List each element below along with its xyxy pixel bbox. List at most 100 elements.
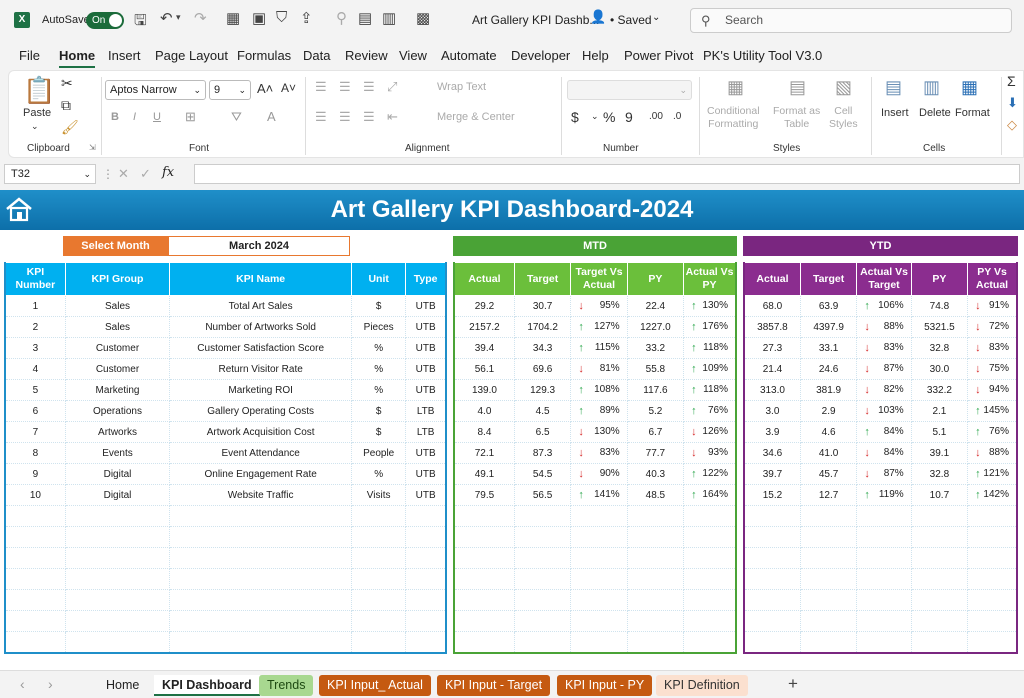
ytd-actual-vs-target-cell[interactable]: ↓ 87% (856, 463, 912, 485)
ytd-actual-cell[interactable]: 15.2 (744, 484, 801, 506)
empty-cell[interactable] (405, 631, 447, 653)
mtd-actual-cell[interactable]: 2157.2 (454, 316, 515, 338)
kpi-number-cell[interactable]: 6 (5, 400, 66, 422)
kpi-number-cell[interactable]: 7 (5, 421, 66, 443)
ytd-py-cell[interactable]: 74.8 (911, 295, 969, 317)
orientation-icon[interactable]: ⤢ (387, 79, 397, 95)
ytd-py-vs-actual-cell[interactable]: ↑ 76% (967, 421, 1018, 443)
mtd-target-vs-actual-cell[interactable]: ↑ 127% (570, 316, 628, 338)
menu-automate[interactable]: Automate (441, 48, 497, 63)
copy-icon[interactable]: ⧉ (61, 97, 71, 114)
empty-cell[interactable] (744, 505, 801, 527)
empty-cell[interactable] (627, 631, 685, 653)
mtd-actual-cell[interactable]: 72.1 (454, 442, 515, 464)
ytd-py-vs-actual-cell[interactable]: ↑ 145% (967, 400, 1018, 422)
empty-cell[interactable] (65, 631, 171, 653)
increase-decimal-icon[interactable]: .00 (649, 111, 663, 122)
ytd-py-vs-actual-cell[interactable]: ↓ 91% (967, 295, 1018, 317)
empty-cell[interactable] (800, 547, 858, 569)
ytd-actual-cell[interactable]: 3857.8 (744, 316, 801, 338)
empty-cell[interactable] (856, 610, 912, 632)
empty-cell[interactable] (65, 568, 171, 590)
mtd-target-vs-actual-cell[interactable]: ↓ 81% (570, 358, 628, 380)
ytd-py-vs-actual-cell[interactable]: ↑ 142% (967, 484, 1018, 506)
add-sheet-icon[interactable]: + (788, 674, 798, 694)
kpi-group-cell[interactable]: Customer (65, 358, 171, 380)
empty-cell[interactable] (856, 589, 912, 611)
mtd-target-vs-actual-cell[interactable]: ↓ 83% (570, 442, 628, 464)
empty-cell[interactable] (351, 526, 407, 548)
type-cell[interactable]: UTB (405, 358, 447, 380)
ytd-actual-vs-target-cell[interactable]: ↑ 106% (856, 295, 912, 317)
font-size-select[interactable]: 9 ⌄ (209, 80, 251, 100)
ytd-py-cell[interactable]: 5321.5 (911, 316, 969, 338)
autosave-toggle[interactable]: On (86, 12, 124, 29)
mtd-target-vs-actual-cell[interactable]: ↑ 89% (570, 400, 628, 422)
mtd-actual-vs-py-cell[interactable]: ↑ 176% (683, 316, 737, 338)
ytd-actual-vs-target-cell[interactable]: ↑ 84% (856, 421, 912, 443)
ytd-py-cell[interactable]: 39.1 (911, 442, 969, 464)
empty-cell[interactable] (683, 568, 737, 590)
empty-cell[interactable] (744, 568, 801, 590)
mtd-py-cell[interactable]: 5.2 (627, 400, 685, 422)
empty-cell[interactable] (967, 505, 1018, 527)
mtd-py-cell[interactable]: 1227.0 (627, 316, 685, 338)
empty-cell[interactable] (351, 631, 407, 653)
empty-cell[interactable] (800, 589, 858, 611)
kpi-group-cell[interactable]: Operations (65, 400, 171, 422)
empty-cell[interactable] (683, 631, 737, 653)
type-cell[interactable]: LTB (405, 421, 447, 443)
menu-review[interactable]: Review (345, 48, 388, 63)
mtd-target-vs-actual-cell[interactable]: ↓ 95% (570, 295, 628, 317)
kpi-name-cell[interactable]: Online Engagement Rate (169, 463, 353, 485)
mtd-actual-cell[interactable]: 29.2 (454, 295, 515, 317)
empty-cell[interactable] (351, 589, 407, 611)
unit-cell[interactable]: Pieces (351, 316, 407, 338)
type-cell[interactable]: LTB (405, 400, 447, 422)
ytd-actual-cell[interactable]: 34.6 (744, 442, 801, 464)
mtd-actual-vs-py-cell[interactable]: ↑ 76% (683, 400, 737, 422)
empty-cell[interactable] (683, 547, 737, 569)
ytd-target-cell[interactable]: 24.6 (800, 358, 858, 380)
empty-cell[interactable] (5, 526, 66, 548)
menu-view[interactable]: View (399, 48, 427, 63)
empty-cell[interactable] (5, 631, 66, 653)
empty-cell[interactable] (570, 589, 628, 611)
mtd-target-cell[interactable]: 87.3 (514, 442, 572, 464)
clipboard-launcher-icon[interactable]: ⇲ (89, 143, 96, 152)
empty-cell[interactable] (570, 547, 628, 569)
empty-cell[interactable] (514, 610, 572, 632)
empty-cell[interactable] (405, 526, 447, 548)
mtd-actual-vs-py-cell[interactable]: ↑ 164% (683, 484, 737, 506)
ytd-actual-cell[interactable]: 21.4 (744, 358, 801, 380)
kpi-number-cell[interactable]: 8 (5, 442, 66, 464)
ytd-actual-vs-target-cell[interactable]: ↓ 88% (856, 316, 912, 338)
ytd-py-vs-actual-cell[interactable]: ↓ 94% (967, 379, 1018, 401)
mtd-actual-cell[interactable]: 39.4 (454, 337, 515, 359)
kpi-name-cell[interactable]: Gallery Operating Costs (169, 400, 353, 422)
ytd-py-vs-actual-cell[interactable]: ↓ 83% (967, 337, 1018, 359)
ytd-target-cell[interactable]: 45.7 (800, 463, 858, 485)
type-cell[interactable]: UTB (405, 316, 447, 338)
empty-cell[interactable] (856, 526, 912, 548)
ytd-py-vs-actual-cell[interactable]: ↓ 75% (967, 358, 1018, 380)
empty-cell[interactable] (570, 505, 628, 527)
save-icon[interactable]: 🖫 (134, 10, 147, 35)
align-right-icon[interactable]: ☰ (363, 109, 375, 125)
empty-cell[interactable] (800, 568, 858, 590)
ytd-target-cell[interactable]: 4397.9 (800, 316, 858, 338)
empty-cell[interactable] (683, 589, 737, 611)
delete-cells-icon[interactable]: ▥ (923, 77, 940, 98)
delete-button[interactable]: Delete (919, 107, 951, 119)
mtd-target-cell[interactable]: 30.7 (514, 295, 572, 317)
conditional-formatting-icon[interactable]: ▦ (727, 77, 744, 98)
empty-cell[interactable] (683, 505, 737, 527)
empty-cell[interactable] (683, 526, 737, 548)
indent-icon[interactable]: ⇤ (387, 109, 398, 125)
empty-cell[interactable] (169, 505, 353, 527)
ytd-py-vs-actual-cell[interactable]: ↓ 72% (967, 316, 1018, 338)
clear-icon[interactable]: ◇ (1007, 117, 1017, 133)
type-cell[interactable]: UTB (405, 379, 447, 401)
mtd-target-cell[interactable]: 6.5 (514, 421, 572, 443)
tab-kpi-input-target[interactable]: KPI Input - Target (437, 675, 551, 696)
